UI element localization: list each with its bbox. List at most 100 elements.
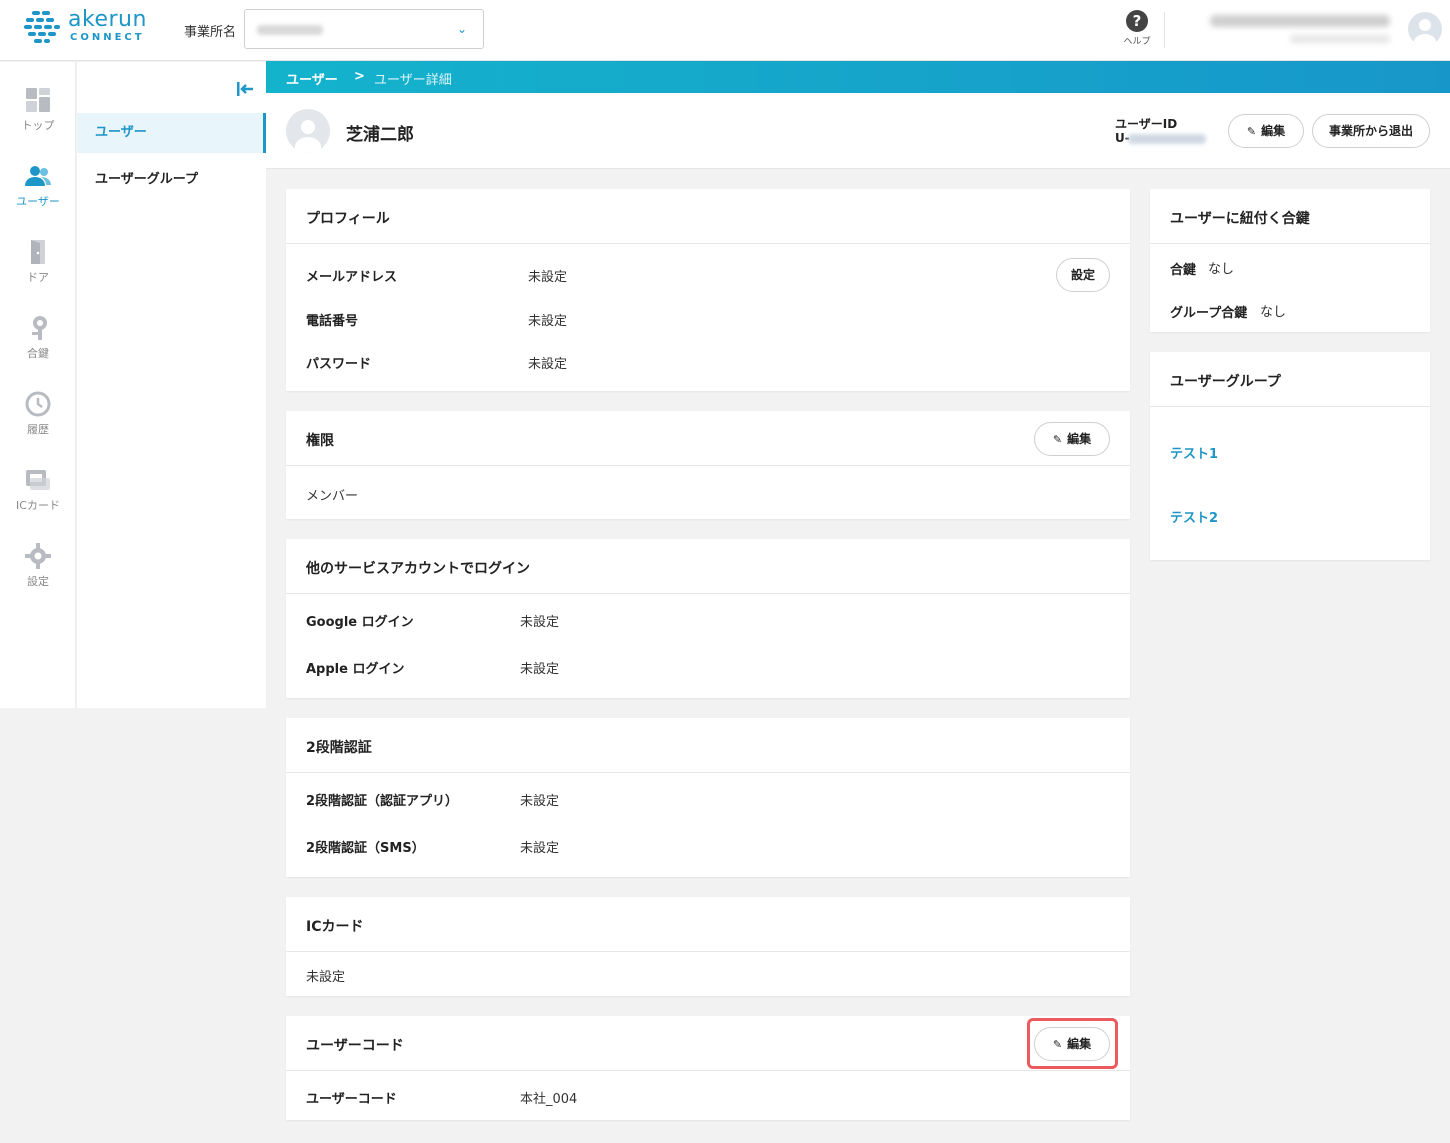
rail-label-users: ユーザー (16, 195, 60, 208)
rail-item-key[interactable]: 合鍵 (0, 314, 76, 361)
rail-item-top[interactable]: トップ (0, 86, 76, 133)
rail-item-users[interactable]: ユーザー (0, 162, 76, 209)
office-select[interactable]: ⌄ (244, 9, 484, 49)
user-groups-card-header: ユーザーグループ (1150, 352, 1430, 407)
group-key-value: なし (1260, 305, 1287, 320)
pencil-icon: ✎ (1052, 1038, 1063, 1051)
account-name-redacted[interactable] (1210, 15, 1390, 27)
rail-label-door: ドア (27, 271, 49, 284)
two-factor-title: 2段階認証 (306, 740, 372, 756)
rail-label-history: 履歴 (27, 423, 49, 436)
user-id-label: ユーザーID (1115, 117, 1178, 131)
gear-icon (25, 543, 51, 569)
permission-card: 権限 ✎ 編集 メンバー (286, 411, 1130, 519)
subnav-item-user-groups[interactable]: ユーザーグループ (77, 160, 266, 200)
help-button[interactable]: ? ヘルプ (1118, 10, 1156, 47)
door-icon (31, 240, 45, 264)
social-login-card-header: 他のサービスアカウントでログイン (286, 539, 1130, 594)
breadcrumb-users-link[interactable]: ユーザー (286, 69, 338, 88)
two-factor-sms-value: 未設定 (520, 841, 560, 856)
email-label: メールアドレス (306, 270, 398, 285)
header-divider (1164, 12, 1165, 48)
avatar-person-icon (1414, 19, 1436, 46)
edit-permission-label: 編集 (1067, 432, 1092, 446)
email-value: 未設定 (528, 270, 568, 285)
linked-keys-card: ユーザーに紐付く合鍵 合鍵 なし グループ合鍵 なし (1150, 189, 1430, 332)
akerun-logo-mark-icon (24, 11, 60, 43)
social-login-title: 他のサービスアカウントでログイン (306, 561, 530, 577)
set-email-button[interactable]: 設定 (1056, 258, 1110, 292)
user-header: 芝浦二郎 ユーザーID U- ✎ 編集 事業所から退出 (266, 93, 1450, 169)
edit-permission-button[interactable]: ✎ 編集 (1034, 422, 1110, 456)
user-id-redacted (1128, 134, 1206, 144)
office-label: 事業所名 (184, 25, 237, 40)
chevron-down-icon: ⌄ (456, 22, 467, 36)
pencil-icon: ✎ (1052, 433, 1063, 446)
logo-wordmark: akerun (68, 7, 147, 32)
rail-item-history[interactable]: 履歴 (0, 390, 76, 437)
edit-user-button[interactable]: ✎ 編集 (1228, 114, 1304, 148)
password-value: 未設定 (528, 357, 568, 372)
account-sub-redacted (1290, 35, 1390, 43)
two-factor-app-value: 未設定 (520, 794, 560, 809)
subnav-item-users[interactable]: ユーザー (77, 113, 266, 153)
page-title: 芝浦二郎 (346, 125, 414, 145)
breadcrumb-current: ユーザー詳細 (374, 73, 452, 88)
ic-card-title: ICカード (306, 919, 364, 935)
user-code-label: ユーザーコード (306, 1092, 397, 1107)
ic-card-icon (26, 470, 50, 490)
history-icon (25, 391, 51, 417)
edit-user-label: 編集 (1261, 124, 1286, 138)
rail-item-settings[interactable]: 設定 (0, 542, 76, 589)
rail-item-ic-card[interactable]: ICカード (0, 466, 76, 513)
ic-card-card-header: ICカード (286, 897, 1130, 952)
user-code-card: ユーザーコード ✎ 編集 ユーザーコード 本社_004 (286, 1016, 1130, 1120)
leave-office-label: 事業所から退出 (1328, 124, 1413, 138)
edit-user-code-label: 編集 (1067, 1037, 1092, 1051)
linked-keys-card-header: ユーザーに紐付く合鍵 (1150, 189, 1430, 244)
akerun-logo[interactable]: akerun CONNECT (24, 7, 147, 45)
key-icon (32, 316, 47, 340)
edit-user-code-button[interactable]: ✎ 編集 (1034, 1027, 1110, 1061)
collapse-sidebar-icon[interactable] (235, 80, 255, 98)
password-label: パスワード (306, 357, 372, 372)
help-icon: ? (1126, 10, 1148, 32)
linked-keys-title: ユーザーに紐付く合鍵 (1170, 211, 1310, 227)
group-link-test2[interactable]: テスト2 (1170, 507, 1218, 526)
profile-card: プロフィール 設定 メールアドレス 未設定 電話番号 未設定 パスワード 未設定 (286, 189, 1130, 391)
logo-subtext: CONNECT (70, 32, 145, 43)
google-login-label: Google ログイン (306, 615, 414, 630)
breadcrumb-separator: > (354, 69, 365, 84)
breadcrumb: ユーザー > ユーザー詳細 (266, 61, 1450, 93)
main-nav-rail: トップ ユーザー ドア 合鍵 履歴 ICカード 設定 (0, 62, 76, 708)
two-factor-card: 2段階認証 2段階認証（認証アプリ） 未設定 2段階認証（SMS） 未設定 (286, 718, 1130, 877)
user-groups-card: ユーザーグループ テスト1 テスト2 (1150, 352, 1430, 560)
set-email-label: 設定 (1070, 268, 1095, 282)
phone-label: 電話番号 (306, 314, 359, 329)
avatar-person-icon (295, 120, 321, 153)
two-factor-card-header: 2段階認証 (286, 718, 1130, 773)
user-avatar (286, 109, 330, 153)
user-code-title: ユーザーコード (306, 1038, 404, 1054)
phone-value: 未設定 (528, 314, 568, 329)
help-label: ヘルプ (1123, 37, 1151, 47)
group-link-test1[interactable]: テスト1 (1170, 443, 1218, 462)
leave-office-button[interactable]: 事業所から退出 (1312, 114, 1430, 148)
rail-item-door[interactable]: ドア (0, 238, 76, 285)
key-label: 合鍵 (1170, 263, 1197, 278)
users-icon (25, 166, 51, 186)
two-factor-app-label: 2段階認証（認証アプリ） (306, 794, 459, 809)
google-login-value: 未設定 (520, 615, 560, 630)
rail-label-settings: 設定 (27, 575, 49, 588)
ic-card-value: 未設定 (306, 970, 346, 985)
apple-login-label: Apple ログイン (306, 662, 405, 677)
social-login-card: 他のサービスアカウントでログイン Google ログイン 未設定 Apple ロ… (286, 539, 1130, 698)
sub-nav: ユーザー ユーザーグループ (77, 62, 266, 708)
ic-card-card: ICカード 未設定 (286, 897, 1130, 996)
user-code-card-header: ユーザーコード (286, 1016, 1130, 1071)
rail-label-key: 合鍵 (27, 347, 49, 360)
apple-login-value: 未設定 (520, 662, 560, 677)
top-header: akerun CONNECT 事業所名 ⌄ ? ヘルプ (0, 0, 1450, 61)
account-avatar[interactable] (1408, 12, 1442, 46)
permission-value: メンバー (306, 489, 359, 504)
